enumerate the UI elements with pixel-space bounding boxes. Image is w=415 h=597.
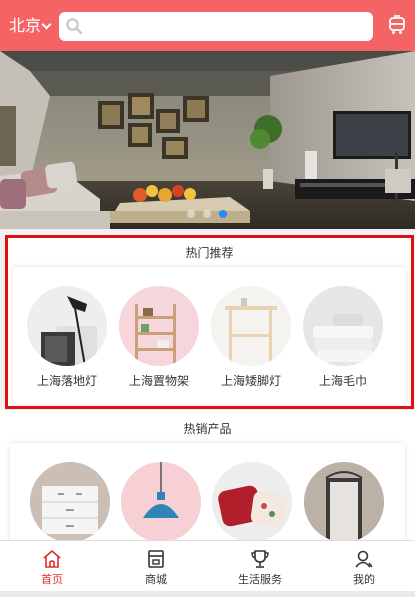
carousel-dot[interactable]: [187, 210, 195, 218]
product-item[interactable]: [28, 462, 112, 542]
trophy-icon: [251, 550, 269, 568]
search-input[interactable]: [59, 12, 373, 41]
carousel-dot[interactable]: [203, 210, 211, 218]
store-icon: [148, 550, 164, 568]
search-icon: [66, 18, 83, 35]
city-selector[interactable]: 北京: [9, 16, 41, 36]
product-name: 上海置物架: [128, 374, 189, 388]
floor-lamp-image: [27, 286, 107, 366]
tab-label: 商城: [145, 573, 167, 586]
product-name: 上海矮脚灯: [220, 374, 281, 388]
product-name: 上海落地灯: [36, 374, 97, 388]
towel-image: [303, 286, 383, 366]
tab-label: 首页: [41, 573, 63, 586]
tab-life-service[interactable]: 生活服务: [208, 541, 312, 592]
stool-image: [211, 286, 291, 366]
hot-sale-card: [10, 443, 405, 553]
tab-home[interactable]: 首页: [0, 541, 104, 592]
drawer-cabinet-image: [30, 462, 110, 542]
cushion-image: [212, 462, 292, 542]
carousel-dot-active[interactable]: [219, 210, 227, 218]
mirror-image: [304, 462, 384, 542]
bottom-tab-bar: 首页 商城 生活服务 我的: [0, 540, 415, 591]
carousel-indicator: [187, 210, 227, 218]
tab-mine[interactable]: 我的: [312, 541, 415, 592]
product-item[interactable]: [119, 462, 203, 542]
chevron-down-icon[interactable]: [41, 19, 52, 30]
hot-sale-section: 热销产品: [0, 410, 415, 553]
user-icon: [355, 550, 373, 568]
bottom-strip: [0, 591, 415, 597]
recommend-card: 上海落地灯 上海置物架 上海矮脚灯 上海毛巾: [13, 267, 406, 404]
living-room-image: [0, 51, 415, 229]
product-item[interactable]: [302, 462, 386, 542]
product-item[interactable]: 上海矮脚灯: [209, 286, 293, 388]
product-item[interactable]: 上海置物架: [117, 286, 201, 388]
section-title: 热销产品: [183, 422, 232, 436]
hot-recommend-section: 热门推荐 上海落地灯 上海置物架 上海矮脚灯 上海毛巾: [5, 235, 414, 409]
cart-icon[interactable]: [388, 15, 406, 35]
product-item[interactable]: [210, 462, 294, 542]
home-icon: [43, 550, 61, 568]
shelf-image: [119, 286, 199, 366]
tab-label: 生活服务: [238, 573, 282, 586]
product-item[interactable]: 上海落地灯: [25, 286, 109, 388]
top-header: 北京: [0, 0, 415, 51]
banner-carousel[interactable]: [0, 51, 415, 229]
product-name: 上海毛巾: [318, 374, 367, 388]
section-title: 热门推荐: [185, 246, 234, 260]
product-item[interactable]: 上海毛巾: [301, 286, 385, 388]
pendant-lamp-image: [121, 462, 201, 542]
tab-store[interactable]: 商城: [104, 541, 208, 592]
tab-label: 我的: [353, 573, 375, 586]
